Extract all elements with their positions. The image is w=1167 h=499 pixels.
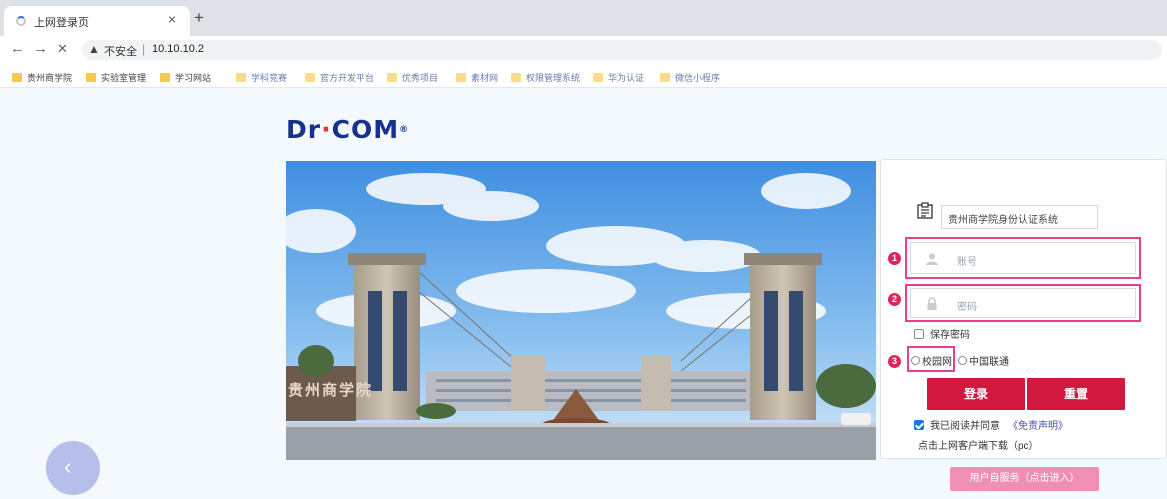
agree-checkbox[interactable]: 我已阅读并同意 《免责声明》 <box>914 417 1068 432</box>
password-input[interactable]: 密码 <box>910 288 1136 318</box>
login-button[interactable]: 登录 <box>927 378 1025 410</box>
lock-icon <box>927 297 937 310</box>
security-label[interactable]: 不安全 <box>104 43 137 59</box>
remember-password-label: 保存密码 <box>930 330 970 341</box>
unicom-network-radio[interactable]: 中国联通 <box>958 353 1009 368</box>
campus-photo: 贵州商学院 <box>286 161 876 460</box>
stop-loading-icon[interactable]: ✕ <box>57 40 68 58</box>
browser-tab[interactable]: 上网登录页 × <box>4 6 190 36</box>
account-input[interactable]: 账号 <box>910 242 1136 274</box>
address-separator: | <box>142 42 146 56</box>
browser-tab-bar: 上网登录页 × + <box>0 0 1167 36</box>
self-service-button[interactable]: 用户自服务（点击进入） <box>950 467 1099 491</box>
tab-close-icon[interactable]: × <box>168 11 176 27</box>
omnibox[interactable]: ▲ 不安全 | 10.10.10.2 <box>82 40 1162 60</box>
tab-title: 上网登录页 <box>34 17 89 29</box>
client-download-link[interactable]: 点击上网客户端下载（pc） <box>918 437 1039 452</box>
folder-icon <box>387 72 397 82</box>
folder-icon <box>511 72 521 82</box>
folder-icon <box>660 72 670 82</box>
bookmark-item[interactable]: 素材网 <box>456 70 498 84</box>
folder-icon <box>456 72 466 82</box>
address-bar-row: ← → ✕ ▲ 不安全 | 10.10.10.2 <box>0 36 1167 64</box>
user-icon <box>926 253 938 265</box>
forward-arrow-icon[interactable]: → <box>33 40 48 58</box>
campus-network-radio[interactable]: 校园网 <box>911 353 952 368</box>
bookmark-item[interactable]: 官方开发平台 <box>305 70 374 84</box>
login-panel: 贵州商学院身份认证系统 1 账号 2 密码 保存密码 3 校园网 中国联通 登录… <box>880 159 1167 459</box>
folder-icon <box>593 72 603 82</box>
system-name: 贵州商学院身份认证系统 <box>941 205 1098 229</box>
bookmark-item[interactable]: 学习网站 <box>160 70 211 84</box>
folder-icon <box>236 72 246 82</box>
bookmark-item[interactable]: 华为认证 <box>593 70 644 84</box>
password-placeholder: 密码 <box>957 302 977 313</box>
login-page: Dr·COM® 贵州商学院 贵州商学院身份认证系统 1 账号 2 密码 保存密码… <box>0 88 1167 499</box>
bookmark-item[interactable]: 优秀项目 <box>387 70 438 84</box>
step-marker-1: 1 <box>888 252 901 265</box>
back-arrow-icon[interactable]: ← <box>10 40 25 58</box>
new-tab-button[interactable]: + <box>194 9 204 27</box>
loading-spinner-icon <box>16 16 26 26</box>
chevron-left-icon: ‹ <box>64 454 72 479</box>
remember-password-checkbox[interactable]: 保存密码 <box>914 326 970 341</box>
campus-gate-image <box>286 161 876 460</box>
id-card-icon <box>917 202 933 219</box>
unicom-network-label: 中国联通 <box>969 357 1009 368</box>
bookmark-item[interactable]: 微信小程序 <box>660 70 720 84</box>
warning-icon[interactable]: ▲ <box>88 42 100 56</box>
bookmark-item[interactable]: 学科竞赛 <box>236 70 287 84</box>
disclaimer-link[interactable]: 《免责声明》 <box>1008 417 1068 432</box>
drcom-logo: Dr·COM® <box>286 115 410 144</box>
bookmarks-bar: 贵州商学院 实验室管理 学习网站 学科竞赛 官方开发平台 优秀项目 素材网 权限… <box>0 64 1167 88</box>
step-marker-3: 3 <box>888 355 901 368</box>
folder-icon <box>305 72 315 82</box>
bookmark-item[interactable]: 权限管理系统 <box>511 70 580 84</box>
folder-icon <box>86 72 96 82</box>
reset-button[interactable]: 重置 <box>1027 378 1125 410</box>
folder-icon <box>160 72 170 82</box>
agree-label: 我已阅读并同意 <box>930 421 1000 432</box>
campus-sign-text: 贵州商学院 <box>288 381 374 399</box>
step-marker-2: 2 <box>888 293 901 306</box>
checkbox-checked-icon[interactable] <box>914 419 924 430</box>
checkbox-unchecked-icon[interactable] <box>914 328 924 339</box>
url-text[interactable]: 10.10.10.2 <box>152 43 204 55</box>
back-button[interactable]: ‹ <box>46 441 100 495</box>
account-placeholder: 账号 <box>957 257 977 268</box>
bookmark-item[interactable]: 贵州商学院 <box>12 70 72 84</box>
radio-icon[interactable] <box>911 356 920 365</box>
bookmark-item[interactable]: 实验室管理 <box>86 70 146 84</box>
campus-network-label: 校园网 <box>922 357 952 368</box>
folder-icon <box>12 72 22 82</box>
radio-icon[interactable] <box>958 356 967 365</box>
